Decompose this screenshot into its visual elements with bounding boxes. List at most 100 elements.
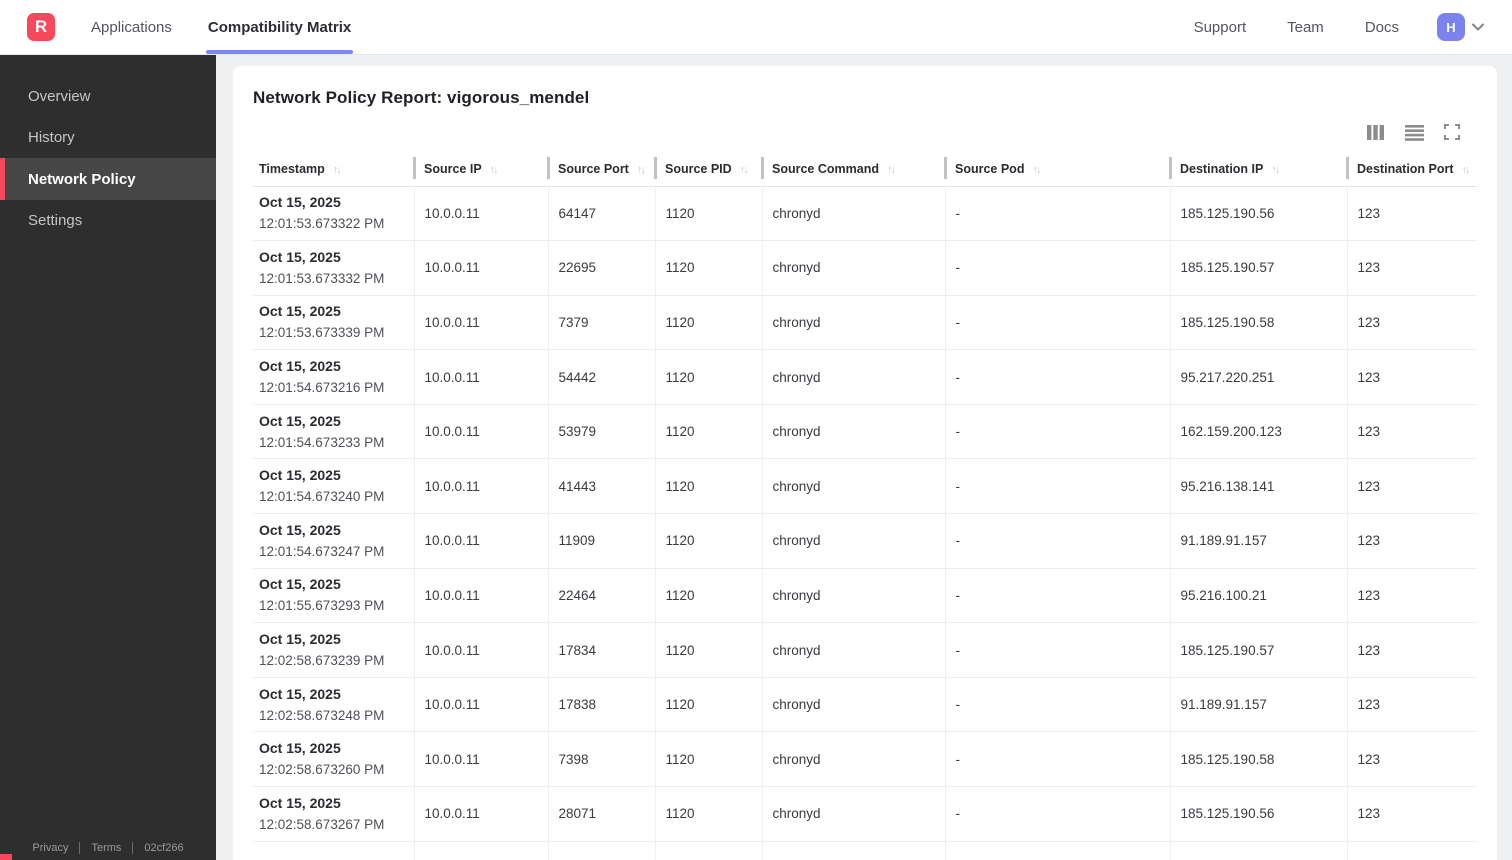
chevron-down-icon[interactable] xyxy=(1470,19,1486,35)
cell-source-ip: 10.0.0.11 xyxy=(413,731,548,787)
sort-icon[interactable]: ↑↓ xyxy=(333,164,342,176)
sidebar-nav: Overview History Network Policy Settings xyxy=(0,55,216,241)
cell-source-port: 17838 xyxy=(547,676,655,732)
column-header-source-port[interactable]: Source Port ↑↓ xyxy=(547,156,655,187)
cell-source-pid: 1120 xyxy=(654,349,762,405)
sidebar-item-history[interactable]: History xyxy=(0,117,216,158)
cell-timestamp: Oct 15, 2025 xyxy=(253,840,414,860)
cell-source-pod: - xyxy=(944,294,1170,350)
sort-icon[interactable]: ↑↓ xyxy=(740,164,749,176)
timestamp-date: Oct 15, 2025 xyxy=(259,412,341,429)
cell-timestamp: Oct 15, 2025 12:02:58.673267 PM xyxy=(253,786,414,842)
cell-source-ip: 10.0.0.11 xyxy=(413,349,548,405)
nav-tab-compatibility-matrix[interactable]: Compatibility Matrix xyxy=(205,0,354,54)
top-navigation-bar: R Applications Compatibility Matrix Suppo… xyxy=(0,0,1512,55)
columns-icon[interactable] xyxy=(1366,124,1385,141)
user-avatar[interactable]: H xyxy=(1437,13,1465,41)
cell-source-port xyxy=(547,840,655,860)
sort-icon[interactable]: ↑↓ xyxy=(1271,164,1280,176)
column-header-source-pod[interactable]: Source Pod ↑↓ xyxy=(944,156,1170,187)
sidebar-item-overview[interactable]: Overview xyxy=(0,76,216,117)
table-row: Oct 15, 2025 12:01:53.673322 PM 10.0.0.11 6… xyxy=(253,185,1477,241)
column-header-label: Destination Port xyxy=(1357,161,1454,176)
timestamp-date: Oct 15, 2025 xyxy=(259,194,341,211)
timestamp-time: 12:01:53.673322 PM xyxy=(259,216,385,232)
sidebar-item-settings[interactable]: Settings xyxy=(0,200,216,241)
cell-dest-port: 123 xyxy=(1346,731,1477,787)
cell-source-pod: - xyxy=(944,731,1170,787)
terms-link[interactable]: Terms xyxy=(91,842,121,854)
nav-link-support[interactable]: Support xyxy=(1194,19,1247,36)
rows-icon[interactable] xyxy=(1405,124,1424,141)
column-header-label: Source PID xyxy=(665,161,732,176)
cell-source-command: chronyd xyxy=(761,349,945,405)
table-row: Oct 15, 2025 12:01:53.673339 PM 10.0.0.11 7… xyxy=(253,294,1477,350)
main-content: Network Policy Report: vigorous_mendel T… xyxy=(216,55,1512,860)
cell-source-command: chronyd xyxy=(761,513,945,569)
cell-dest-ip: 95.216.138.141 xyxy=(1169,458,1347,514)
cell-source-ip: 10.0.0.11 xyxy=(413,513,548,569)
table-row: Oct 15, 2025 12:02:58.673248 PM 10.0.0.11 1… xyxy=(253,676,1477,732)
sort-icon[interactable]: ↑↓ xyxy=(490,164,499,176)
nav-link-team[interactable]: Team xyxy=(1287,19,1324,36)
timestamp-date: Oct 15, 2025 xyxy=(259,794,341,811)
sidebar-item-network-policy[interactable]: Network Policy xyxy=(0,158,216,200)
column-header-destination-ip[interactable]: Destination IP ↑↓ xyxy=(1169,156,1347,187)
timestamp-time: 12:01:53.673332 PM xyxy=(259,270,385,286)
cell-source-pod: - xyxy=(944,622,1170,678)
nav-link-docs[interactable]: Docs xyxy=(1365,19,1399,36)
column-header-source-command[interactable]: Source Command ↑↓ xyxy=(761,156,945,187)
sort-icon[interactable]: ↑↓ xyxy=(887,164,896,176)
cell-timestamp: Oct 15, 2025 12:01:55.673293 PM xyxy=(253,567,414,623)
network-policy-table: Timestamp ↑↓ Source IP ↑↓ Source Port ↑↓ Sourc… xyxy=(253,156,1477,860)
nav-tab-applications[interactable]: Applications xyxy=(89,0,174,54)
cell-source-ip: 10.0.0.11 xyxy=(413,676,548,732)
column-header-source-pid[interactable]: Source PID ↑↓ xyxy=(654,156,762,187)
cell-dest-ip: 185.125.190.56 xyxy=(1169,786,1347,842)
cell-dest-ip: 185.125.190.58 xyxy=(1169,294,1347,350)
cell-source-port: 22695 xyxy=(547,240,655,296)
cell-source-pod xyxy=(944,840,1170,860)
cell-source-pid: 1120 xyxy=(654,567,762,623)
cell-dest-port: 123 xyxy=(1346,240,1477,296)
fullscreen-icon[interactable] xyxy=(1444,124,1460,140)
cell-dest-port xyxy=(1346,840,1477,860)
cell-source-pod: - xyxy=(944,458,1170,514)
cell-source-ip: 10.0.0.11 xyxy=(413,458,548,514)
sort-icon[interactable]: ↑↓ xyxy=(637,164,646,176)
cell-dest-ip: 95.217.220.251 xyxy=(1169,349,1347,405)
cell-source-port: 54442 xyxy=(547,349,655,405)
cell-source-pid: 1120 xyxy=(654,513,762,569)
nav-left-group: R Applications Compatibility Matrix xyxy=(0,0,385,54)
table-row: Oct 15, 2025 12:01:55.673293 PM 10.0.0.11 2… xyxy=(253,567,1477,623)
column-header-label: Destination IP xyxy=(1180,161,1264,176)
report-card: Network Policy Report: vigorous_mendel T… xyxy=(233,66,1497,860)
cell-dest-ip: 185.125.190.58 xyxy=(1169,731,1347,787)
cell-source-ip: 10.0.0.11 xyxy=(413,403,548,459)
sort-icon[interactable]: ↑↓ xyxy=(1462,164,1471,176)
timestamp-time: 12:01:54.673240 PM xyxy=(259,489,385,505)
cell-dest-ip: 95.216.100.21 xyxy=(1169,567,1347,623)
cell-source-port: 7398 xyxy=(547,731,655,787)
cell-timestamp: Oct 15, 2025 12:01:54.673247 PM xyxy=(253,513,414,569)
cell-source-command: chronyd xyxy=(761,567,945,623)
cell-source-command: chronyd xyxy=(761,240,945,296)
cell-dest-port: 123 xyxy=(1346,294,1477,350)
table-row: Oct 15, 2025 12:01:54.673233 PM 10.0.0.11 5… xyxy=(253,403,1477,459)
cell-source-pid: 1120 xyxy=(654,676,762,732)
sort-icon[interactable]: ↑↓ xyxy=(1032,164,1041,176)
column-header-timestamp[interactable]: Timestamp ↑↓ xyxy=(253,156,414,187)
cell-dest-ip: 91.189.91.157 xyxy=(1169,676,1347,732)
column-header-destination-port[interactable]: Destination Port ↑↓ xyxy=(1346,156,1477,187)
cell-source-ip xyxy=(413,840,548,860)
cell-dest-port: 123 xyxy=(1346,513,1477,569)
cell-timestamp: Oct 15, 2025 12:01:54.673240 PM xyxy=(253,458,414,514)
cell-source-port: 53979 xyxy=(547,403,655,459)
column-header-source-ip[interactable]: Source IP ↑↓ xyxy=(413,156,548,187)
privacy-link[interactable]: Privacy xyxy=(32,842,68,854)
cell-dest-ip: 162.159.200.123 xyxy=(1169,403,1347,459)
app-logo[interactable]: R xyxy=(27,13,55,41)
cell-dest-port: 123 xyxy=(1346,676,1477,732)
cell-dest-ip: 185.125.190.57 xyxy=(1169,240,1347,296)
cell-source-pid: 1120 xyxy=(654,731,762,787)
